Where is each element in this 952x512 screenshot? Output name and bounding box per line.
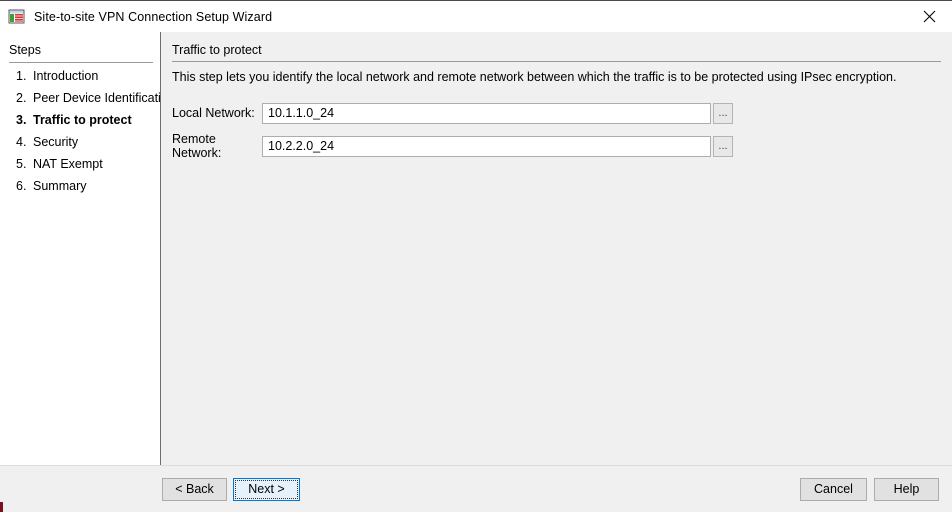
back-button[interactable]: < Back — [162, 478, 227, 501]
sidebar-item-introduction[interactable]: 1. Introduction — [0, 69, 160, 91]
steps-divider — [9, 62, 153, 63]
wizard-window: Site-to-site VPN Connection Setup Wizard… — [0, 0, 952, 512]
step-number: 3. — [16, 113, 27, 127]
window-title: Site-to-site VPN Connection Setup Wizard — [34, 9, 273, 24]
page-title-divider — [172, 61, 941, 62]
step-number: 1. — [16, 69, 27, 83]
remote-network-input[interactable] — [262, 135, 711, 157]
sidebar-item-security[interactable]: 4. Security — [0, 135, 160, 157]
content-area: Steps 1. Introduction 2. Peer Device Ide… — [0, 32, 952, 465]
main-panel: Traffic to protect This step lets you id… — [162, 32, 952, 465]
page-description: This step lets you identify the local ne… — [172, 70, 897, 84]
step-label: Traffic to protect — [33, 113, 132, 127]
step-label: NAT Exempt — [33, 157, 103, 171]
steps-list: 1. Introduction 2. Peer Device Identific… — [0, 69, 161, 201]
sidebar-item-peer-device-identification[interactable]: 2. Peer Device Identificatio — [0, 91, 161, 113]
next-button-label: Next > — [248, 482, 285, 496]
local-network-row: Local Network: ... — [172, 99, 942, 127]
sidebar-item-traffic-to-protect[interactable]: 3. Traffic to protect — [0, 113, 160, 135]
remote-network-label: Remote Network: — [172, 132, 222, 160]
remote-network-row: Remote Network: ... — [172, 132, 942, 160]
page-title: Traffic to protect — [172, 43, 262, 57]
step-number: 5. — [16, 157, 27, 171]
step-label: Security — [33, 135, 79, 149]
title-bar: Site-to-site VPN Connection Setup Wizard — [0, 1, 952, 32]
step-number: 2. — [16, 91, 27, 105]
step-label: Introduction — [33, 69, 99, 83]
vpn-wizard-icon — [8, 8, 25, 25]
cancel-button[interactable]: Cancel — [800, 478, 867, 501]
close-icon[interactable] — [906, 1, 952, 32]
local-network-label: Local Network: — [172, 106, 255, 120]
help-button[interactable]: Help — [874, 478, 939, 501]
steps-sidebar: Steps 1. Introduction 2. Peer Device Ide… — [0, 32, 161, 465]
step-number: 4. — [16, 135, 27, 149]
local-network-browse-button[interactable]: ... — [713, 102, 733, 124]
step-label: Peer Device Identificatio — [33, 91, 161, 105]
sidebar-item-summary[interactable]: 6. Summary — [0, 179, 160, 201]
next-button[interactable]: Next > — [233, 478, 300, 501]
button-bar: < Back Next > Cancel Help — [0, 465, 952, 512]
remote-network-browse-button[interactable]: ... — [713, 135, 733, 157]
local-network-input[interactable] — [262, 102, 711, 124]
step-label: Summary — [33, 179, 87, 193]
corner-artifact — [0, 502, 3, 512]
step-number: 6. — [16, 179, 27, 193]
network-form: Local Network: ... Remote Network: ... — [172, 99, 942, 160]
sidebar-item-nat-exempt[interactable]: 5. NAT Exempt — [0, 157, 160, 179]
steps-heading: Steps — [9, 43, 41, 57]
